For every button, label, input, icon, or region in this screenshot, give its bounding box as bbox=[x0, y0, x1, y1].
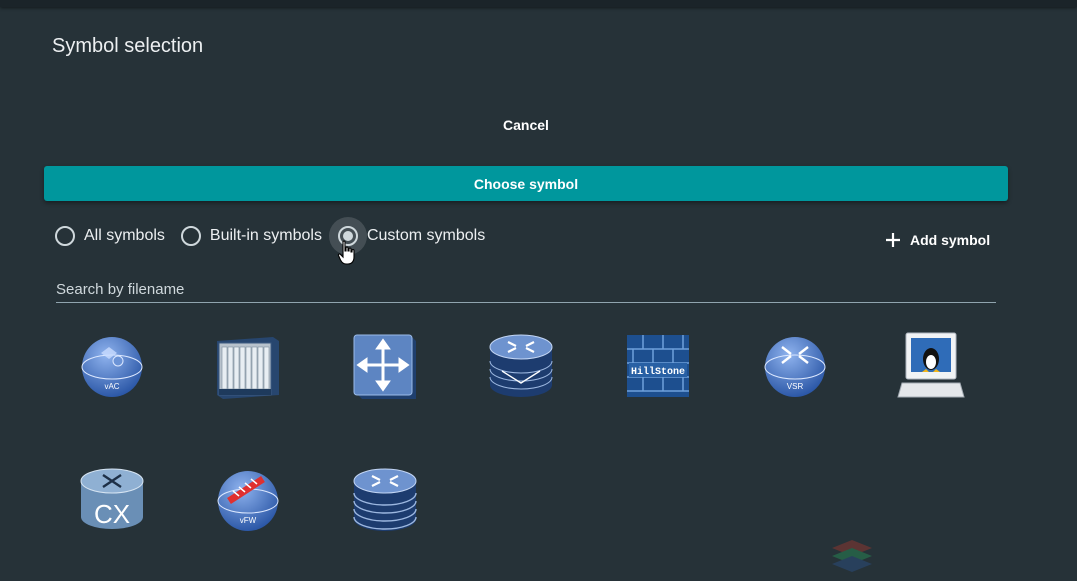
symbol-caption: HillStone bbox=[631, 366, 685, 378]
search-by-filename-input[interactable] bbox=[56, 277, 996, 303]
symbol-caption: VSR bbox=[787, 382, 804, 391]
symbol-filter-radio-group: All symbols Built-in symbols Custom symb… bbox=[55, 217, 501, 255]
symbol-tile-layer3-switch[interactable] bbox=[350, 331, 420, 401]
radio-label: Built-in symbols bbox=[209, 227, 322, 244]
symbol-caption: vAC bbox=[104, 382, 119, 391]
choose-symbol-button[interactable]: Choose symbol bbox=[44, 166, 1008, 201]
symbol-tile-stacked-router[interactable] bbox=[350, 465, 420, 535]
symbol-tile-vsr-router[interactable]: VSR bbox=[760, 331, 830, 401]
window-top-bar bbox=[0, 0, 1077, 7]
stacked-router-icon bbox=[353, 468, 417, 531]
symbol-caption: CX bbox=[94, 499, 130, 529]
cx-switch-icon: CX bbox=[80, 468, 144, 529]
add-symbol-button[interactable]: Add symbol bbox=[884, 229, 990, 251]
radio-circle[interactable] bbox=[55, 226, 75, 246]
symbol-tile-chassis-switch[interactable] bbox=[213, 331, 283, 401]
add-symbol-label: Add symbol bbox=[910, 232, 991, 248]
radio-circle[interactable] bbox=[180, 226, 201, 246]
hillstone-firewall-icon: HillStone bbox=[627, 335, 689, 397]
vsr-router-icon: VSR bbox=[764, 337, 826, 397]
eve-ng-watermark-logo bbox=[830, 538, 874, 574]
radio-built-in-symbols[interactable]: Built-in symbols bbox=[180, 226, 322, 246]
linux-host-icon bbox=[897, 332, 965, 398]
radio-custom-symbols[interactable]: Custom symbols bbox=[328, 217, 486, 255]
symbol-tile-hillstone-firewall[interactable]: HillStone bbox=[623, 331, 693, 401]
symbol-tile-vac[interactable]: vAC bbox=[77, 331, 147, 401]
radio-label: All symbols bbox=[84, 227, 165, 244]
symbol-tile-cx-switch[interactable]: CX bbox=[77, 465, 147, 535]
layer3-switch-icon bbox=[353, 334, 416, 399]
symbol-tile-router[interactable] bbox=[486, 331, 556, 401]
cancel-button[interactable]: Cancel bbox=[476, 110, 576, 140]
vac-icon: vAC bbox=[81, 337, 143, 397]
chassis-switch-icon bbox=[217, 337, 279, 399]
vfw-firewall-icon: vFW bbox=[217, 471, 279, 531]
symbol-tile-vfw-firewall[interactable]: vFW bbox=[213, 465, 283, 535]
radio-all-symbols[interactable]: All symbols bbox=[55, 226, 165, 246]
radio-label: Custom symbols bbox=[366, 227, 486, 244]
dialog-title: Symbol selection bbox=[52, 35, 204, 57]
symbol-tile-linux-host[interactable] bbox=[896, 331, 966, 401]
router-icon bbox=[489, 334, 553, 397]
layered-logo-icon bbox=[832, 540, 872, 572]
plus-icon bbox=[886, 233, 900, 247]
hand-pointer-cursor-icon bbox=[337, 240, 355, 265]
symbol-caption: vFW bbox=[240, 516, 257, 525]
